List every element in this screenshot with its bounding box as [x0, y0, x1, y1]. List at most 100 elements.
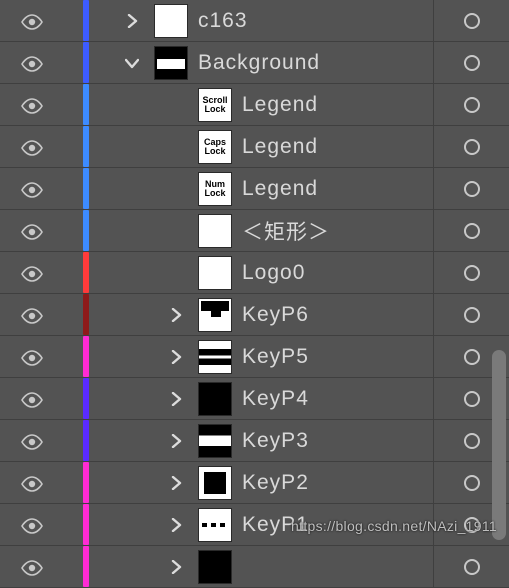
layer-color[interactable] [62, 42, 110, 83]
layer-color[interactable] [62, 294, 110, 335]
layer-row[interactable]: c163 [0, 0, 509, 42]
visibility-toggle[interactable] [0, 224, 62, 238]
layer-color[interactable] [62, 420, 110, 461]
layer-row[interactable]: ScrollLockLegend [0, 84, 509, 126]
visibility-toggle[interactable] [0, 140, 62, 154]
layer-name[interactable]: Logo0 [242, 261, 305, 285]
visibility-toggle[interactable] [0, 392, 62, 406]
layer-color[interactable] [62, 378, 110, 419]
layer-content: NumLock Legend [110, 168, 433, 209]
layer-name[interactable]: KeyP2 [242, 471, 309, 495]
visibility-toggle[interactable] [0, 308, 62, 322]
visibility-toggle[interactable] [0, 434, 62, 448]
layer-name[interactable]: c163 [198, 9, 248, 33]
scrollbar-thumb[interactable] [492, 350, 506, 540]
layer-row[interactable]: CapsLock Legend [0, 126, 509, 168]
layer-row[interactable]: KeyP2 [0, 462, 509, 504]
layer-thumbnail [198, 214, 232, 248]
circle-icon [464, 517, 480, 533]
visibility-toggle[interactable] [0, 560, 62, 574]
visibility-toggle[interactable] [0, 98, 62, 112]
layer-color[interactable] [62, 0, 110, 41]
layer-name[interactable]: KeyP4 [242, 387, 309, 411]
chevron-right-icon[interactable] [154, 392, 198, 406]
layer-thumbnail: NumLock [198, 172, 232, 206]
layer-color[interactable] [62, 168, 110, 209]
scrollbar[interactable] [490, 0, 506, 544]
visibility-toggle[interactable] [0, 518, 62, 532]
layer-row[interactable]: KeyP5 [0, 336, 509, 378]
layer-name[interactable]: KeyP6 [242, 303, 309, 327]
layer-row[interactable]: KeyP3 [0, 420, 509, 462]
layer-name[interactable]: Background [198, 51, 320, 75]
visibility-toggle[interactable] [0, 182, 62, 196]
visibility-toggle[interactable] [0, 476, 62, 490]
visibility-toggle[interactable] [0, 350, 62, 364]
color-bar [83, 420, 89, 461]
layer-content: ＜矩形＞ [110, 210, 433, 251]
chevron-right-icon[interactable] [154, 350, 198, 364]
layers-panel: c163 Background ScrollLockLegend CapsLock Le… [0, 0, 509, 544]
circle-icon [464, 475, 480, 491]
layer-name[interactable]: KeyP3 [242, 429, 309, 453]
layer-thumbnail [198, 466, 232, 500]
layer-name[interactable]: Legend [242, 135, 318, 159]
layer-color[interactable] [62, 336, 110, 377]
color-bar [83, 336, 89, 377]
layers-list: c163 Background ScrollLockLegend CapsLock Le… [0, 0, 509, 588]
circle-icon [464, 55, 480, 71]
layer-row[interactable]: KeyP6 [0, 294, 509, 336]
circle-icon [464, 97, 480, 113]
layer-content: CapsLock Legend [110, 126, 433, 167]
layer-color[interactable] [62, 462, 110, 503]
layer-color[interactable] [62, 210, 110, 251]
eye-icon [21, 350, 41, 364]
chevron-right-icon[interactable] [110, 14, 154, 28]
chevron-right-icon[interactable] [154, 434, 198, 448]
eye-icon [21, 434, 41, 448]
layer-name[interactable]: Legend [242, 177, 318, 201]
color-bar [83, 504, 89, 545]
layer-name[interactable]: Legend [242, 93, 318, 117]
layer-row[interactable]: Logo0 [0, 252, 509, 294]
circle-icon [464, 349, 480, 365]
chevron-right-icon[interactable] [154, 476, 198, 490]
layer-color[interactable] [62, 126, 110, 167]
color-bar [83, 0, 89, 41]
layer-row[interactable]: Background [0, 42, 509, 84]
layer-thumbnail [198, 340, 232, 374]
layer-row[interactable]: NumLock Legend [0, 168, 509, 210]
eye-icon [21, 14, 41, 28]
layer-color[interactable] [62, 546, 110, 587]
layer-row[interactable] [0, 546, 509, 588]
layer-content: KeyP3 [110, 420, 433, 461]
color-bar [83, 210, 89, 251]
visibility-toggle[interactable] [0, 14, 62, 28]
eye-icon [21, 224, 41, 238]
layer-name[interactable]: ＜矩形＞ [242, 216, 330, 246]
layer-content: KeyP1 [110, 504, 433, 545]
visibility-toggle[interactable] [0, 266, 62, 280]
eye-icon [21, 476, 41, 490]
layer-thumbnail: CapsLock [198, 130, 232, 164]
circle-icon [464, 559, 480, 575]
layer-lock[interactable] [433, 546, 509, 587]
chevron-right-icon[interactable] [154, 308, 198, 322]
circle-icon [464, 223, 480, 239]
layer-color[interactable] [62, 252, 110, 293]
eye-icon [21, 266, 41, 280]
chevron-down-icon[interactable] [110, 57, 154, 69]
eye-icon [21, 392, 41, 406]
layer-row[interactable]: KeyP1 [0, 504, 509, 546]
layer-row[interactable]: ＜矩形＞ [0, 210, 509, 252]
color-bar [83, 42, 89, 83]
layer-color[interactable] [62, 504, 110, 545]
layer-color[interactable] [62, 84, 110, 125]
layer-row[interactable]: KeyP4 [0, 378, 509, 420]
circle-icon [464, 265, 480, 281]
chevron-right-icon[interactable] [154, 518, 198, 532]
chevron-right-icon[interactable] [154, 560, 198, 574]
layer-name[interactable]: KeyP5 [242, 345, 309, 369]
layer-name[interactable]: KeyP1 [242, 513, 309, 537]
visibility-toggle[interactable] [0, 56, 62, 70]
